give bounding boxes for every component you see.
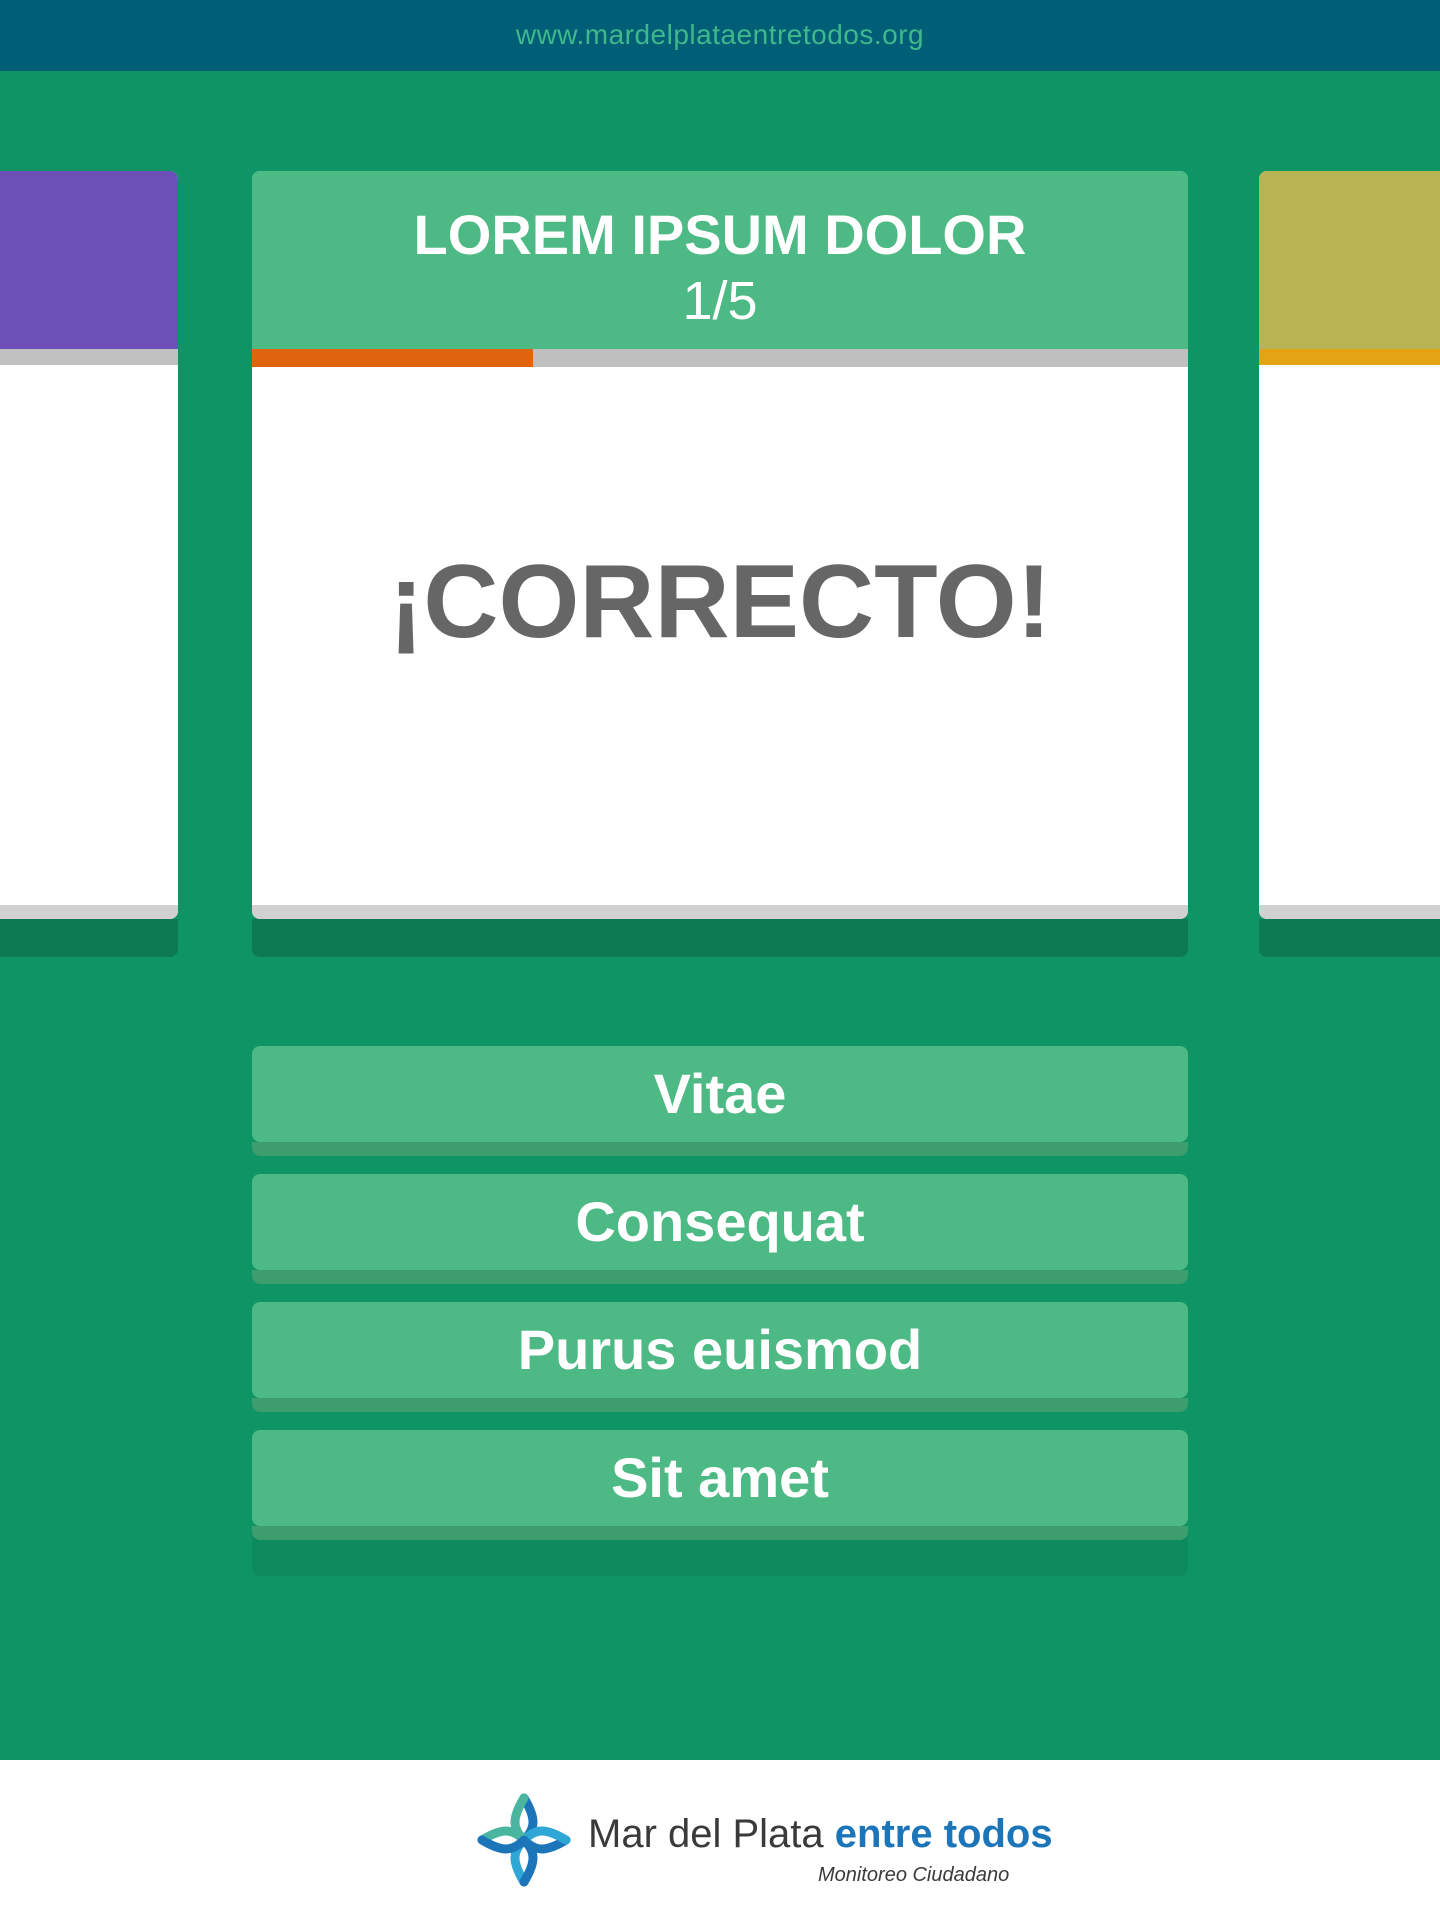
card-face [1259,171,1440,919]
previous-question-card[interactable] [0,171,178,957]
card-header [0,171,178,349]
card-face [0,171,178,919]
brand-name-accent: entre todos [834,1812,1053,1856]
brand-tagline: Monitoreo Ciudadano [818,1864,1010,1886]
brand-name: Mar del Plata entre todos [588,1812,1053,1857]
question-card: LOREM IPSUM DOLOR 1/5 ¡CORRECTO! [252,171,1188,957]
card-header: LOREM IPSUM DOLOR 1/5 [252,171,1188,349]
answer-item: Vitae [252,1046,1188,1164]
answer-button-consequat[interactable]: Consequat [252,1174,1188,1270]
card-shadow [0,919,178,957]
answer-button-purus-euismod[interactable]: Purus euismod [252,1302,1188,1398]
answer-button-shadow [252,1270,1188,1284]
card-edge [1259,905,1440,919]
answer-button-vitae[interactable]: Vitae [252,1046,1188,1142]
question-counter: 1/5 [682,271,758,331]
card-face: LOREM IPSUM DOLOR 1/5 ¡CORRECTO! [252,171,1188,919]
brand-name-main: Mar del Plata [588,1812,824,1856]
answer-item: Sit amet [252,1430,1188,1548]
next-question-card[interactable] [1259,171,1440,957]
answer-button-sit-amet[interactable]: Sit amet [252,1430,1188,1526]
site-url[interactable]: www.mardelplataentretodos.org [516,19,924,51]
card-shadow [1259,919,1440,957]
answer-button-shadow [252,1398,1188,1412]
card-edge [252,905,1188,919]
answer-item: Purus euismod [252,1302,1188,1420]
star-knot-logo-icon [477,1793,571,1887]
footer: Mar del Plata entre todos Monitoreo Ciud… [0,1760,1440,1920]
card-shadow [252,919,1188,957]
progress-fill [252,349,533,367]
answer-list: Vitae Consequat Purus euismod Sit amet [252,1046,1188,1558]
progress-bar [252,349,1188,367]
quiz-title: LOREM IPSUM DOLOR [413,203,1027,266]
card-edge [0,905,178,919]
card-progress-track [1259,349,1440,365]
card-progress-track [0,349,178,365]
answer-item: Consequat [252,1174,1188,1292]
result-message: ¡CORRECTO! [388,544,1052,660]
answer-button-shadow [252,1142,1188,1156]
top-bar: www.mardelplataentretodos.org [0,0,1440,71]
card-header [1259,171,1440,349]
answer-button-shadow [252,1526,1188,1540]
